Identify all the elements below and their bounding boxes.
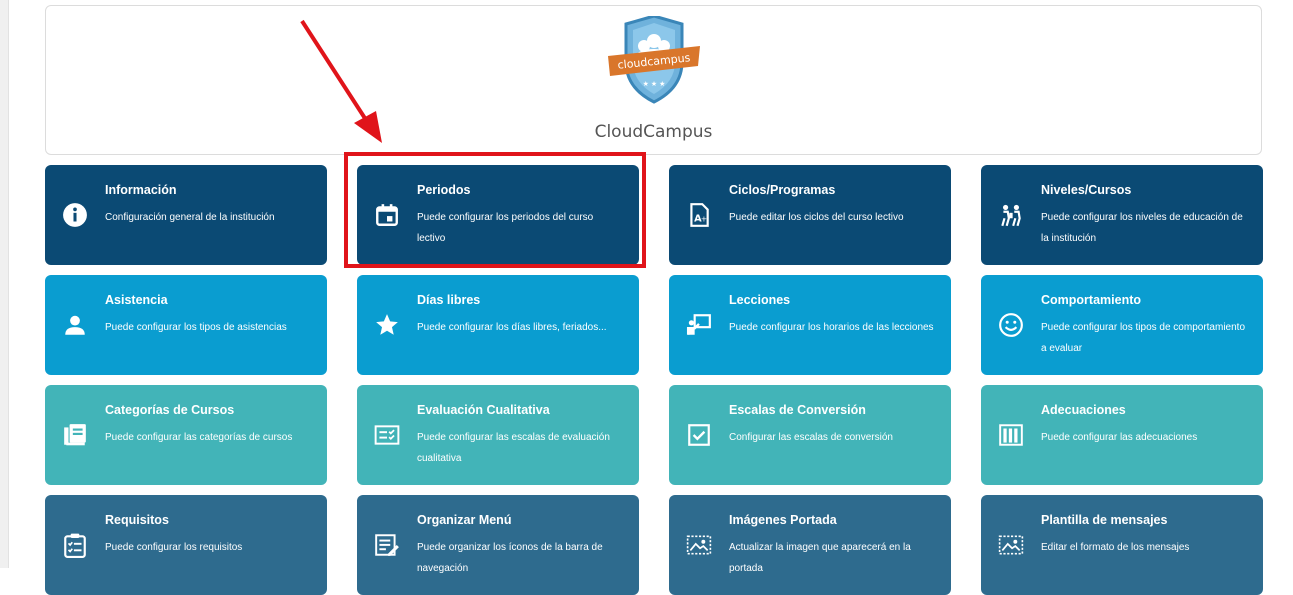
clipboard-icon bbox=[61, 531, 89, 559]
tile-description: Puede configurar los requisitos bbox=[105, 542, 243, 553]
school-name: CloudCampus bbox=[594, 122, 713, 142]
tile-description: Configurar las escalas de conversión bbox=[729, 432, 893, 443]
tile-description: Actualizar la imagen que aparecerá en la… bbox=[729, 542, 911, 574]
tile-adecuaciones[interactable]: Adecuaciones Puede configurar las adecua… bbox=[981, 385, 1263, 485]
tile-title: Escalas de Conversión bbox=[729, 403, 866, 417]
tile-requisitos[interactable]: Requisitos Puede configurar los requisit… bbox=[45, 495, 327, 595]
tile-description: Editar el formato de los mensajes bbox=[1041, 542, 1190, 553]
tile-description: Puede configurar los días libres, feriad… bbox=[417, 322, 607, 333]
tile-informacion[interactable]: Información Configuración general de la … bbox=[45, 165, 327, 265]
students-icon bbox=[997, 201, 1025, 229]
tile-title: Imágenes Portada bbox=[729, 513, 837, 527]
svg-text:★ ★ ★: ★ ★ ★ bbox=[643, 80, 666, 88]
tile-title: Niveles/Cursos bbox=[1041, 183, 1132, 197]
tile-title: Organizar Menú bbox=[417, 513, 512, 527]
books-icon bbox=[997, 421, 1025, 449]
tile-description: Puede configurar los tipos de asistencia… bbox=[105, 322, 287, 333]
tile-title: Comportamiento bbox=[1041, 293, 1141, 307]
cloudcampus-logo: cloudcampus ★ ★ ★ bbox=[608, 16, 700, 104]
library-icon bbox=[61, 421, 89, 449]
tile-imagenes-portada[interactable]: Imágenes Portada Actualizar la imagen qu… bbox=[669, 495, 951, 595]
tile-title: Lecciones bbox=[729, 293, 791, 307]
edit-list-icon bbox=[373, 531, 401, 559]
tile-plantilla-mensajes[interactable]: Plantilla de mensajes Editar el formato … bbox=[981, 495, 1263, 595]
tile-description: Puede configurar las adecuaciones bbox=[1041, 432, 1198, 443]
person-icon bbox=[61, 311, 89, 339]
tile-description: Puede configurar las escalas de evaluaci… bbox=[417, 432, 610, 464]
tile-description: Configuración general de la institución bbox=[105, 212, 275, 223]
tile-organizar-menu[interactable]: Organizar Menú Puede organizar los ícono… bbox=[357, 495, 639, 595]
tile-title: Periodos bbox=[417, 183, 471, 197]
left-rail bbox=[0, 0, 9, 568]
svg-text:+: + bbox=[701, 215, 707, 224]
tile-title: Requisitos bbox=[105, 513, 169, 527]
tile-title: Ciclos/Programas bbox=[729, 183, 836, 197]
image-icon bbox=[685, 531, 713, 559]
calendar-icon bbox=[373, 201, 401, 229]
tile-categorias-cursos[interactable]: Categorías de Cursos Puede configurar la… bbox=[45, 385, 327, 485]
tile-comportamiento[interactable]: Comportamiento Puede configurar los tipo… bbox=[981, 275, 1263, 375]
tile-title: Adecuaciones bbox=[1041, 403, 1126, 417]
checklist-icon bbox=[373, 421, 401, 449]
tile-ciclos-programas[interactable]: A + Ciclos/Programas Puede editar los cic… bbox=[669, 165, 951, 265]
tile-description: Puede configurar los horarios de las lec… bbox=[729, 322, 934, 333]
tile-periodos[interactable]: Periodos Puede configurar los periodos d… bbox=[357, 165, 639, 265]
tile-dias-libres[interactable]: Días libres Puede configurar los días li… bbox=[357, 275, 639, 375]
tile-title: Categorías de Cursos bbox=[105, 403, 235, 417]
teacher-board-icon bbox=[685, 311, 713, 339]
institution-header: cloudcampus ★ ★ ★ CloudCampus bbox=[45, 5, 1262, 155]
star-icon bbox=[373, 311, 401, 339]
tile-description: Puede configurar las categorías de curso… bbox=[105, 432, 293, 443]
tile-title: Plantilla de mensajes bbox=[1041, 513, 1168, 527]
tile-title: Información bbox=[105, 183, 177, 197]
tile-lecciones[interactable]: Lecciones Puede configurar los horarios … bbox=[669, 275, 951, 375]
tile-niveles-cursos[interactable]: Niveles/Cursos Puede configurar los nive… bbox=[981, 165, 1263, 265]
document-icon: A + bbox=[685, 201, 713, 229]
tile-title: Asistencia bbox=[105, 293, 168, 307]
tile-escalas-conversion[interactable]: Escalas de Conversión Configurar las esc… bbox=[669, 385, 951, 485]
tile-description: Puede configurar los periodos del curso … bbox=[417, 212, 594, 244]
tile-description: Puede editar los ciclos del curso lectiv… bbox=[729, 212, 904, 223]
info-icon bbox=[61, 201, 89, 229]
checkbox-icon bbox=[685, 421, 713, 449]
smiley-icon bbox=[997, 311, 1025, 339]
tile-asistencia[interactable]: Asistencia Puede configurar los tipos de… bbox=[45, 275, 327, 375]
tile-title: Evaluación Cualitativa bbox=[417, 403, 550, 417]
tile-description: Puede configurar los tipos de comportami… bbox=[1041, 322, 1246, 354]
tile-description: Puede configurar los niveles de educació… bbox=[1041, 212, 1243, 244]
settings-grid: Información Configuración general de la … bbox=[45, 165, 1263, 595]
tile-evaluacion-cualitativa[interactable]: Evaluación Cualitativa Puede configurar … bbox=[357, 385, 639, 485]
image-frame-icon bbox=[997, 531, 1025, 559]
tile-description: Puede organizar los íconos de la barra d… bbox=[417, 542, 603, 574]
tile-title: Días libres bbox=[417, 293, 481, 307]
